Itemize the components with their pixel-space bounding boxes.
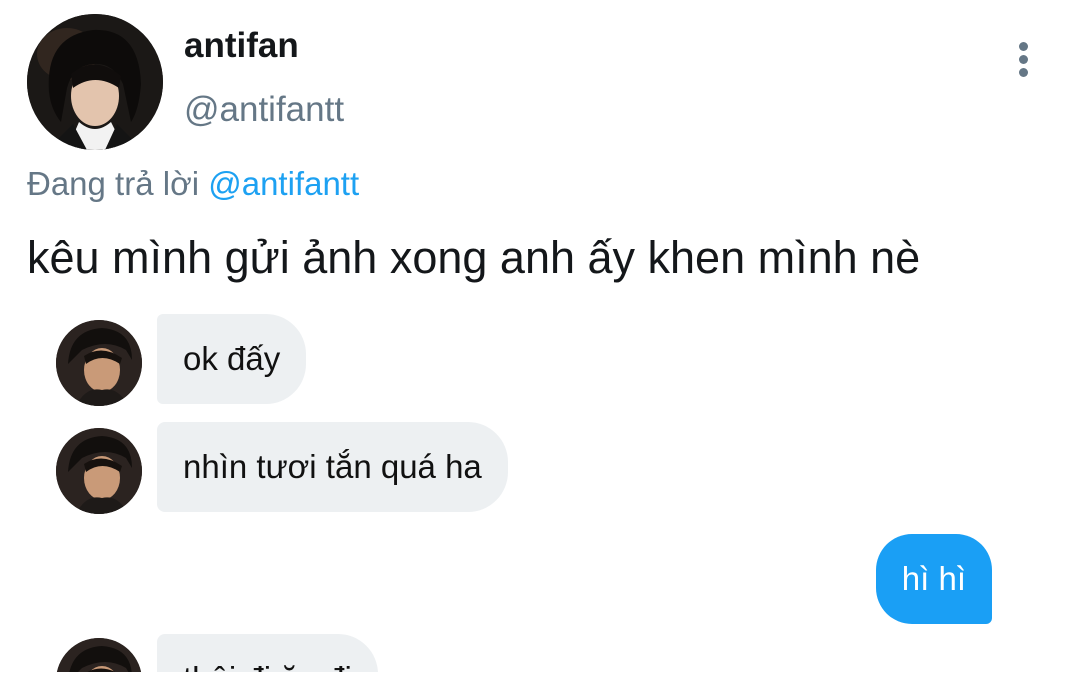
message-bubble: ok đấy	[157, 314, 307, 404]
chat-avatar	[56, 320, 142, 406]
avatar[interactable]	[27, 14, 163, 150]
more-options-button[interactable]	[1008, 38, 1040, 82]
reply-context: Đang trả lời @antifantt	[27, 165, 359, 203]
reply-mention-link[interactable]: @antifantt	[208, 165, 359, 202]
tweet-page: antifan @antifantt Đang trả lời @antifan…	[0, 0, 1080, 692]
message-bubble: thôi đi ăn đi	[157, 634, 378, 672]
avatar-photo	[27, 14, 163, 150]
reply-prefix: Đang trả lời	[27, 165, 200, 202]
chat-screenshot[interactable]: ok đấy nhìn tươi tắn quá ha hì hì thôi đ…	[0, 300, 1080, 672]
user-handle[interactable]: @antifantt	[184, 90, 344, 130]
display-name[interactable]: antifan	[184, 26, 299, 66]
message-bubble-sent: hì hì	[875, 534, 992, 624]
tweet-text: kêu mình gửi ảnh xong anh ấy khen mình n…	[27, 232, 921, 283]
chat-avatar	[56, 428, 142, 514]
divider	[0, 672, 1080, 692]
chat-avatar	[56, 638, 142, 672]
message-bubble: nhìn tươi tắn quá ha	[157, 422, 508, 512]
